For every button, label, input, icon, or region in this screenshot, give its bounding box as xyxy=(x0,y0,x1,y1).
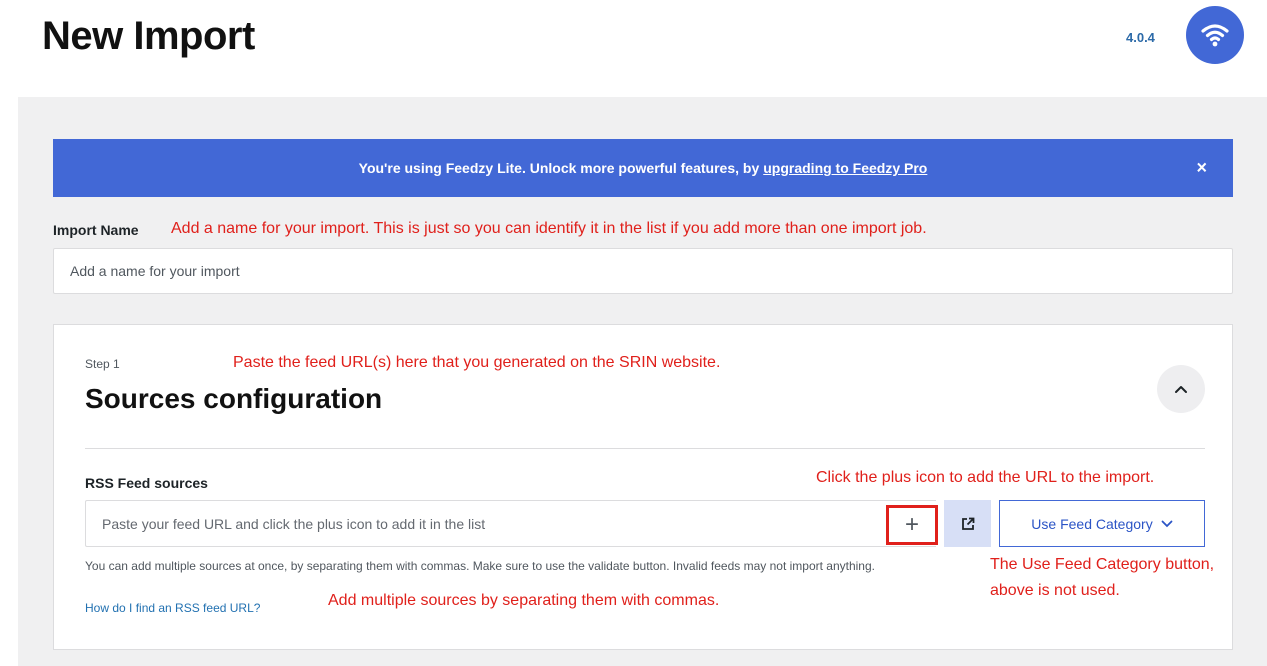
feedzy-logo xyxy=(1186,6,1244,64)
validate-feed-button[interactable] xyxy=(944,500,991,547)
external-link-icon xyxy=(961,517,974,530)
import-name-annotation: Add a name for your import. This is just… xyxy=(171,220,927,237)
wifi-icon xyxy=(1201,24,1229,47)
find-rss-feed-link[interactable]: How do I find an RSS feed URL? xyxy=(85,601,260,615)
version-label: 4.0.4 xyxy=(1126,30,1155,45)
import-name-input[interactable]: Add a name for your import xyxy=(53,248,1233,294)
step-label: Step 1 xyxy=(85,357,120,371)
banner-close-button[interactable]: × xyxy=(1196,158,1207,179)
chevron-up-icon xyxy=(1175,386,1187,393)
section-title: Sources configuration xyxy=(85,383,383,414)
rss-feed-sources-label: RSS Feed sources xyxy=(85,475,208,491)
sources-help-text: You can add multiple sources at once, by… xyxy=(85,559,875,573)
category-button-label: Use Feed Category xyxy=(1031,515,1153,532)
add-feed-button[interactable]: + xyxy=(886,505,938,545)
chevron-down-icon xyxy=(1161,520,1173,527)
banner-text: You're using Feedzy Lite. Unlock more po… xyxy=(358,160,760,176)
category-annotation-line1: The Use Feed Category button, xyxy=(990,556,1215,573)
plus-icon-annotation: Click the plus icon to add the URL to th… xyxy=(816,469,1155,486)
divider xyxy=(85,448,1205,449)
upgrade-banner: You're using Feedzy Lite. Unlock more po… xyxy=(53,139,1233,197)
upgrade-link[interactable]: upgrading to Feedzy Pro xyxy=(763,160,927,176)
feed-url-input[interactable]: Paste your feed URL and click the plus i… xyxy=(85,500,936,547)
paste-feed-annotation: Paste the feed URL(s) here that you gene… xyxy=(233,354,721,371)
use-feed-category-button[interactable]: Use Feed Category xyxy=(999,500,1205,547)
page-title: New Import xyxy=(42,14,255,58)
page: New Import 4.0.4 You're using Feedzy Lit… xyxy=(0,0,1267,666)
multiple-sources-annotation: Add multiple sources by separating them … xyxy=(328,592,720,609)
category-annotation-line2: above is not used. xyxy=(990,582,1120,599)
import-name-label: Import Name xyxy=(53,222,139,238)
collapse-button[interactable] xyxy=(1157,365,1205,413)
